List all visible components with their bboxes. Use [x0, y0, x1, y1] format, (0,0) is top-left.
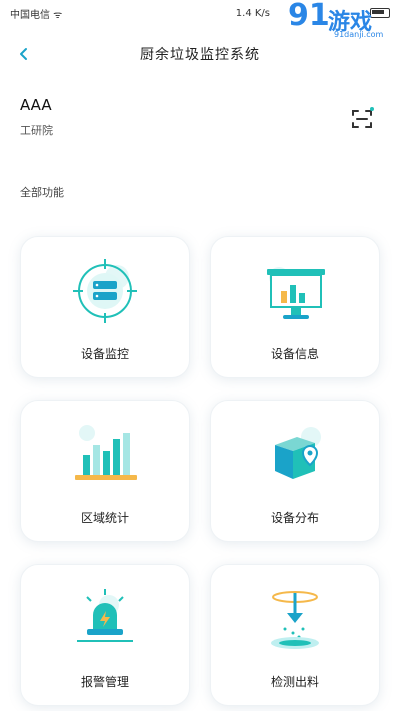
- function-label: 检测出料: [270, 675, 319, 689]
- user-organization: 工研院: [20, 124, 53, 137]
- device-distribution-icon: [275, 427, 321, 479]
- detection-output-icon: [271, 591, 319, 649]
- nav-bar: 厨余垃圾监控系统: [0, 36, 400, 72]
- function-label: 设备信息: [270, 347, 319, 361]
- user-name: AAA: [20, 96, 52, 114]
- section-title: 全部功能: [20, 186, 64, 199]
- user-info: AAA 工研院: [20, 96, 53, 138]
- alarm-management-icon: [77, 589, 133, 642]
- region-stats-icon: [75, 425, 137, 480]
- watermark: 91 游戏 91danji.com: [284, 0, 394, 40]
- back-arrow-icon: [20, 48, 27, 60]
- function-card-alarm-management[interactable]: 报警管理: [20, 564, 190, 706]
- watermark-number: 91: [288, 0, 330, 33]
- function-label: 设备分布: [270, 511, 319, 525]
- back-button[interactable]: [12, 42, 36, 66]
- device-monitor-icon: [73, 259, 137, 323]
- function-label: 设备监控: [80, 347, 129, 361]
- function-label: 区域统计: [80, 511, 129, 525]
- function-card-device-monitor[interactable]: 设备监控: [20, 236, 190, 378]
- function-card-region-stats[interactable]: 区域统计: [20, 400, 190, 542]
- device-info-icon: [267, 267, 325, 319]
- function-card-device-distribution[interactable]: 设备分布: [210, 400, 380, 542]
- function-card-device-info[interactable]: 设备信息: [210, 236, 380, 378]
- function-label: 报警管理: [80, 675, 129, 689]
- page-title: 厨余垃圾监控系统: [140, 47, 260, 63]
- carrier-text: 中国电信 ᯤ: [10, 9, 63, 21]
- scan-button[interactable]: [350, 107, 374, 131]
- scan-icon: [352, 107, 374, 128]
- network-speed: 1.4 K/s: [235, 7, 270, 19]
- function-card-detection-output[interactable]: 检测出料: [210, 564, 380, 706]
